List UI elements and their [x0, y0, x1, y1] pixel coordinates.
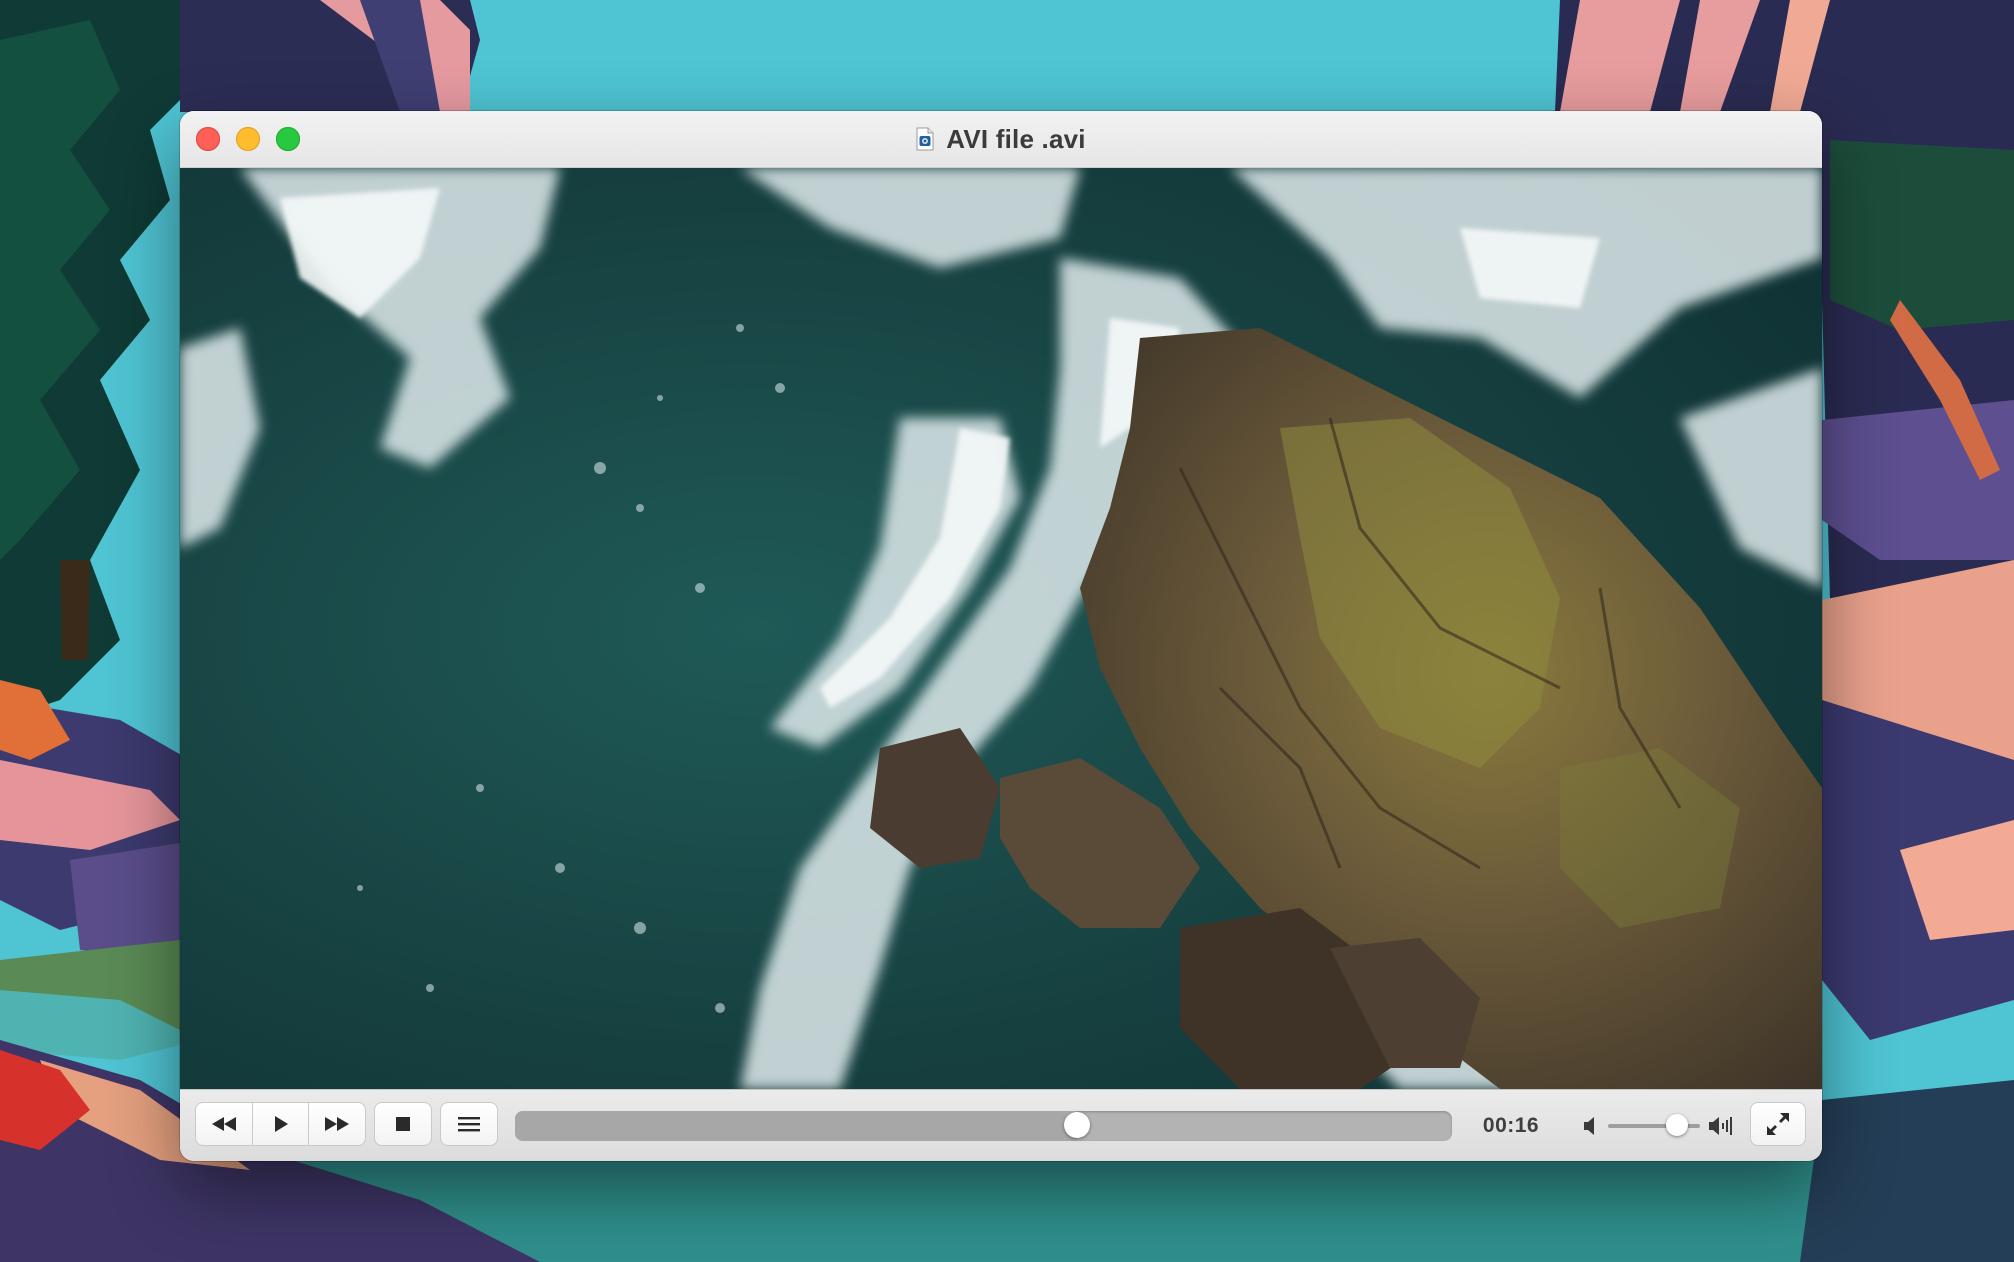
window-title: AVI file .avi: [946, 123, 1086, 154]
seek-bar-handle[interactable]: [1064, 1112, 1091, 1138]
playback-controls: 00:16: [180, 1089, 1822, 1161]
player-window: AVI file .avi 00:16: [180, 111, 1822, 1161]
title-bar[interactable]: AVI file .avi: [180, 111, 1822, 168]
stop-button[interactable]: [374, 1102, 432, 1146]
window-title-group: AVI file .avi: [180, 111, 1822, 167]
fullscreen-icon: [1767, 1113, 1789, 1135]
seek-bar[interactable]: [515, 1111, 1452, 1141]
volume-slider-handle[interactable]: [1666, 1114, 1688, 1136]
stop-icon: [396, 1117, 410, 1131]
fullscreen-button[interactable]: [1750, 1102, 1806, 1146]
seek-bar-elapsed: [515, 1111, 1078, 1141]
rewind-button[interactable]: [195, 1102, 253, 1146]
volume-slider[interactable]: [1608, 1114, 1700, 1136]
speaker-high-icon[interactable]: [1708, 1114, 1734, 1138]
elapsed-time[interactable]: 00:16: [1466, 1111, 1556, 1141]
rewind-icon: [212, 1117, 236, 1131]
fast-forward-icon: [325, 1117, 349, 1131]
video-file-icon: [916, 127, 934, 151]
play-icon: [274, 1116, 288, 1132]
playlist-icon: [458, 1117, 480, 1132]
speaker-low-icon[interactable]: [1583, 1115, 1601, 1137]
video-frame[interactable]: [180, 168, 1822, 1089]
play-button[interactable]: [252, 1102, 309, 1146]
playlist-button[interactable]: [440, 1102, 498, 1146]
fast-forward-button[interactable]: [308, 1102, 366, 1146]
